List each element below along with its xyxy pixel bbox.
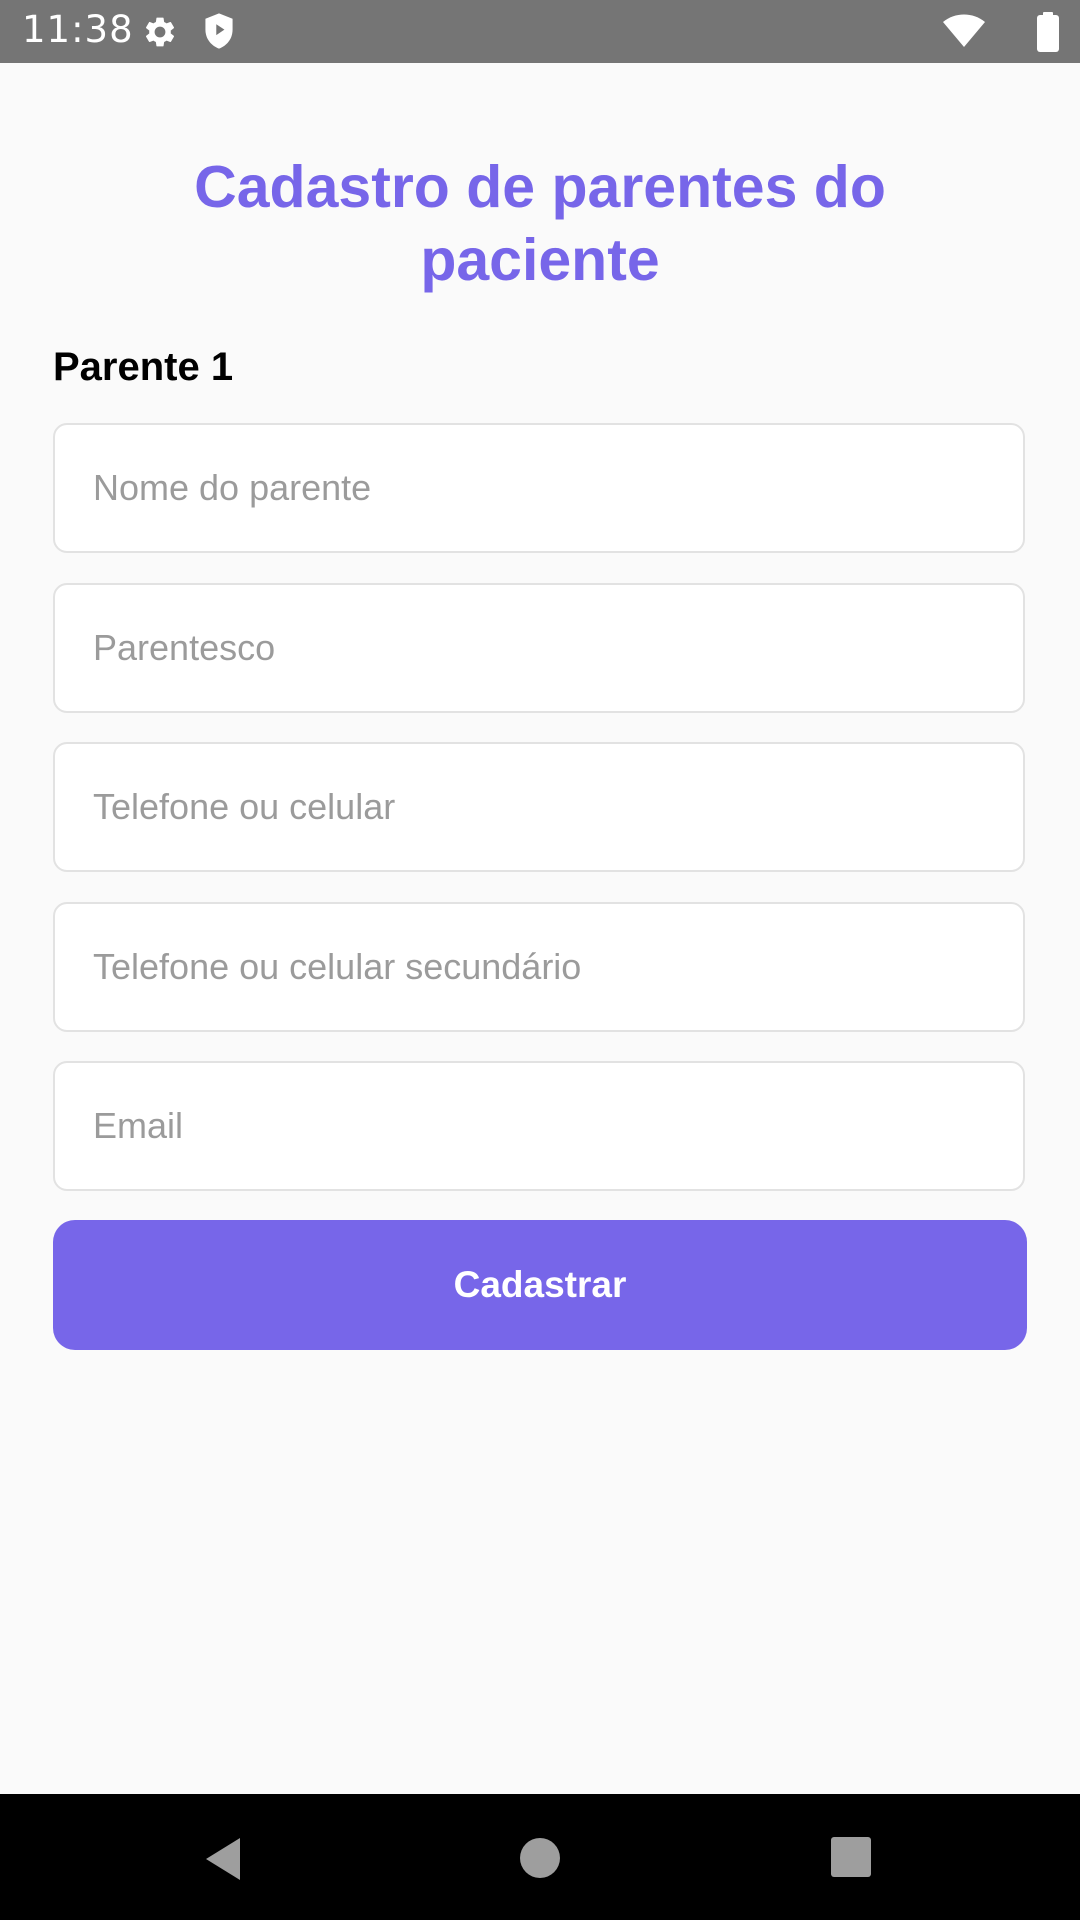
battery-icon xyxy=(1037,12,1059,52)
page-title: Cadastro de parentes do paciente xyxy=(194,154,886,293)
shield-icon xyxy=(205,13,233,49)
recents-icon[interactable] xyxy=(830,1836,872,1878)
secondary-phone-input[interactable] xyxy=(53,902,1025,1032)
email-input[interactable] xyxy=(53,1061,1025,1191)
status-bar: 11:38 xyxy=(0,0,1080,63)
status-time: 11:38 xyxy=(22,8,134,51)
phone-input[interactable] xyxy=(53,742,1025,872)
gear-icon xyxy=(145,17,175,47)
back-icon[interactable] xyxy=(200,1834,250,1884)
section-label-relative-1: Parente 1 xyxy=(53,345,234,389)
wifi-icon xyxy=(943,14,985,47)
home-icon[interactable] xyxy=(518,1836,562,1880)
register-button[interactable]: Cadastrar xyxy=(53,1220,1027,1350)
relative-name-input[interactable] xyxy=(53,423,1025,553)
relationship-input[interactable] xyxy=(53,583,1025,713)
navigation-bar xyxy=(0,1794,1080,1920)
patient-relatives-screen: Cadastro de parentes do paciente Parente… xyxy=(0,63,1080,1794)
